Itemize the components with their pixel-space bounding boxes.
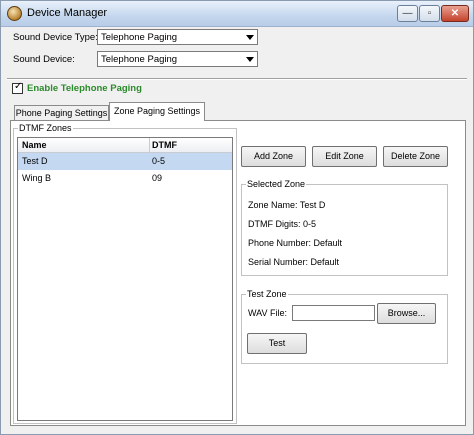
selected-zone-title: Selected Zone [246,179,307,189]
phone-number-text: Phone Number: Default [248,238,343,248]
add-zone-button[interactable]: Add Zone [241,146,306,167]
sound-device-label: Sound Device: [13,54,75,65]
zone-name-text: Zone Name: Test D [248,200,326,210]
enable-paging-checkbox[interactable]: ✓ [12,81,23,94]
window-title: Device Manager [27,7,108,19]
browse-button[interactable]: Browse... [377,303,436,324]
tab-zone-paging-settings[interactable]: Zone Paging Settings [109,102,205,121]
table-row[interactable]: Wing B 09 [18,170,232,187]
list-header: Name DTMF [18,138,232,153]
test-button[interactable]: Test [247,333,307,354]
check-icon: ✓ [14,81,23,92]
test-zone-title: Test Zone [246,289,288,299]
chevron-down-icon[interactable] [242,52,257,66]
column-header-dtmf[interactable]: DTMF [152,140,177,150]
edit-zone-button[interactable]: Edit Zone [312,146,377,167]
wav-file-field[interactable] [292,305,375,321]
zone-name-cell: Test D [22,156,48,166]
sound-device-type-label: Sound Device Type: [13,32,98,43]
column-divider[interactable] [149,138,150,153]
device-manager-window: Device Manager — ▫ ✕ Sound Device Type: … [0,0,474,435]
chevron-down-icon[interactable] [242,30,257,44]
zone-dtmf-cell: 09 [152,173,163,183]
sound-device-value: Telephone Paging [101,54,178,65]
minimize-button[interactable]: — [397,5,418,22]
serial-number-text: Serial Number: Default [248,257,340,267]
sound-device-select[interactable]: Telephone Paging [97,51,258,67]
sound-device-type-value: Telephone Paging [101,32,178,43]
app-icon [7,6,22,21]
title-bar[interactable]: Device Manager — ▫ ✕ [1,1,473,27]
sound-device-type-select[interactable]: Telephone Paging [97,29,258,45]
maximize-button[interactable]: ▫ [419,5,440,22]
zone-name-cell: Wing B [22,173,52,183]
tab-phone-paging-settings[interactable]: Phone Paging Settings [14,105,109,121]
delete-zone-button[interactable]: Delete Zone [383,146,448,167]
column-header-name[interactable]: Name [22,140,47,150]
dtmf-digits-text: DTMF Digits: 0-5 [248,219,317,229]
close-button[interactable]: ✕ [441,5,469,22]
dtmf-zones-title: DTMF Zones [18,123,73,133]
dtmf-zones-list[interactable]: Name DTMF Test D 0-5 Wing B 09 [17,137,233,421]
zone-dtmf-cell: 0-5 [152,156,166,166]
wav-file-label: WAV File: [248,308,288,318]
separator [7,78,467,80]
table-row[interactable]: Test D 0-5 [18,153,232,170]
enable-paging-label[interactable]: Enable Telephone Paging [27,83,142,94]
